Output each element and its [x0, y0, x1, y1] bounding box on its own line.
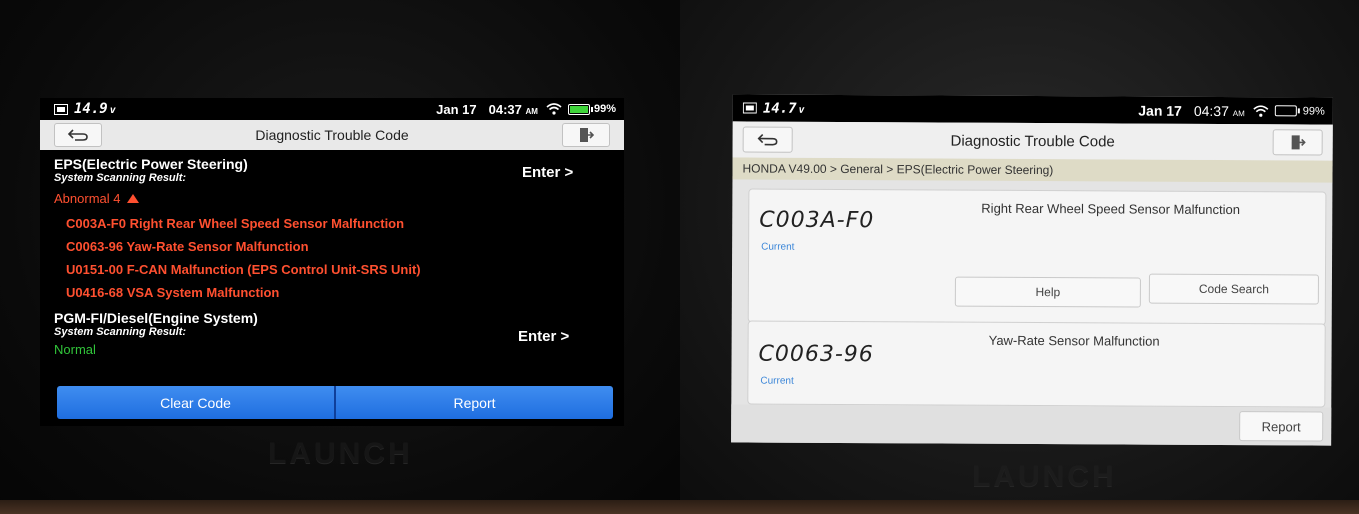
dtc-item: C003A-F0 Right Rear Wheel Speed Sensor M… — [66, 216, 405, 231]
vci-icon — [742, 102, 757, 114]
report-button[interactable]: Report — [334, 386, 613, 419]
system-name-pgm: PGM-FI/Diesel(Engine System) — [54, 310, 258, 326]
status-bar: 14.7 v Jan 17 04:37 AM 99% — [732, 94, 1333, 125]
title-bar: Diagnostic Trouble Code — [40, 120, 624, 150]
back-button[interactable] — [742, 126, 793, 153]
launch-logo: LAUNCH — [268, 437, 413, 470]
dtc-code: C003A-F0 — [759, 207, 875, 234]
page-title: Diagnostic Trouble Code — [950, 132, 1115, 150]
dtc-card[interactable]: C003A-F0 Current Right Rear Wheel Speed … — [747, 188, 1327, 326]
status-date: Jan 17 — [1138, 102, 1182, 119]
dtc-item: U0151-00 F-CAN Malfunction (EPS Control … — [66, 262, 421, 277]
launch-logo: LAUNCH — [972, 460, 1117, 493]
back-button[interactable] — [54, 123, 102, 147]
exit-button[interactable] — [562, 123, 610, 147]
right-screen: 14.7 v Jan 17 04:37 AM 99% Diagnostic Tro… — [731, 94, 1333, 446]
table-edge — [680, 500, 1359, 514]
code-search-button[interactable]: Code Search — [1148, 273, 1319, 305]
left-photo: 14.9 v Jan 17 04:37 AM 99% Diagnostic Tro… — [0, 0, 680, 514]
bottom-button-bar: Clear Code Report — [57, 386, 613, 419]
breadcrumb: HONDA V49.00 > General > EPS(Electric Po… — [732, 157, 1333, 183]
report-button[interactable]: Report — [1239, 411, 1324, 442]
bottom-bar: Report — [731, 404, 1332, 446]
battery-level: 99% — [1302, 104, 1325, 118]
enter-button-pgm[interactable]: Enter > — [518, 328, 569, 345]
exit-icon — [580, 128, 594, 142]
dtc-item: U0416-68 VSA System Malfunction — [66, 285, 280, 300]
dtc-card[interactable]: C0063-96 Current Yaw-Rate Sensor Malfunc… — [747, 320, 1326, 408]
status-time: 04:37 AM — [488, 101, 538, 117]
collapse-triangle-icon — [127, 194, 140, 203]
vci-icon — [54, 103, 68, 115]
status-bar: 14.9 v Jan 17 04:37 AM 99% — [40, 98, 624, 120]
status-time: 04:37 AM — [1193, 102, 1245, 119]
system-list: EPS(Electric Power Steering) System Scan… — [40, 150, 624, 386]
abnormal-status[interactable]: Abnormal 4 — [54, 191, 624, 206]
right-photo: 14.7 v Jan 17 04:37 AM 99% Diagnostic Tro… — [680, 0, 1359, 514]
title-bar: Diagnostic Trouble Code — [732, 121, 1333, 161]
clear-code-button[interactable]: Clear Code — [57, 386, 334, 419]
voltage: 14.7 v — [762, 100, 805, 117]
table-edge — [0, 500, 680, 514]
exit-button[interactable] — [1272, 129, 1323, 156]
page-title: Diagnostic Trouble Code — [255, 127, 409, 143]
back-arrow-icon — [67, 129, 88, 141]
dtc-code: C0063-96 — [758, 341, 874, 368]
enter-button-eps[interactable]: Enter > — [522, 164, 573, 181]
dtc-description: Right Rear Wheel Speed Sensor Malfunctio… — [981, 200, 1241, 218]
dtc-item: C0063-96 Yaw-Rate Sensor Malfunction — [66, 239, 309, 254]
dtc-status: Current — [760, 375, 794, 387]
dtc-list: C003A-F0 Right Rear Wheel Speed Sensor M… — [54, 212, 624, 304]
help-button[interactable]: Help — [954, 276, 1141, 308]
back-arrow-icon — [757, 134, 778, 146]
dtc-description: Yaw-Rate Sensor Malfunction — [988, 332, 1160, 349]
voltage: 14.9 v — [74, 101, 116, 117]
status-date: Jan 17 — [436, 101, 477, 117]
wifi-icon — [1253, 104, 1269, 117]
battery-level: 99% — [593, 103, 616, 115]
dtc-status: Current — [761, 241, 795, 253]
battery-icon — [567, 103, 593, 115]
left-screen: 14.9 v Jan 17 04:37 AM 99% Diagnostic Tro… — [40, 98, 624, 426]
exit-icon — [1291, 135, 1306, 150]
battery-icon — [1274, 105, 1297, 117]
wifi-icon — [546, 103, 562, 115]
